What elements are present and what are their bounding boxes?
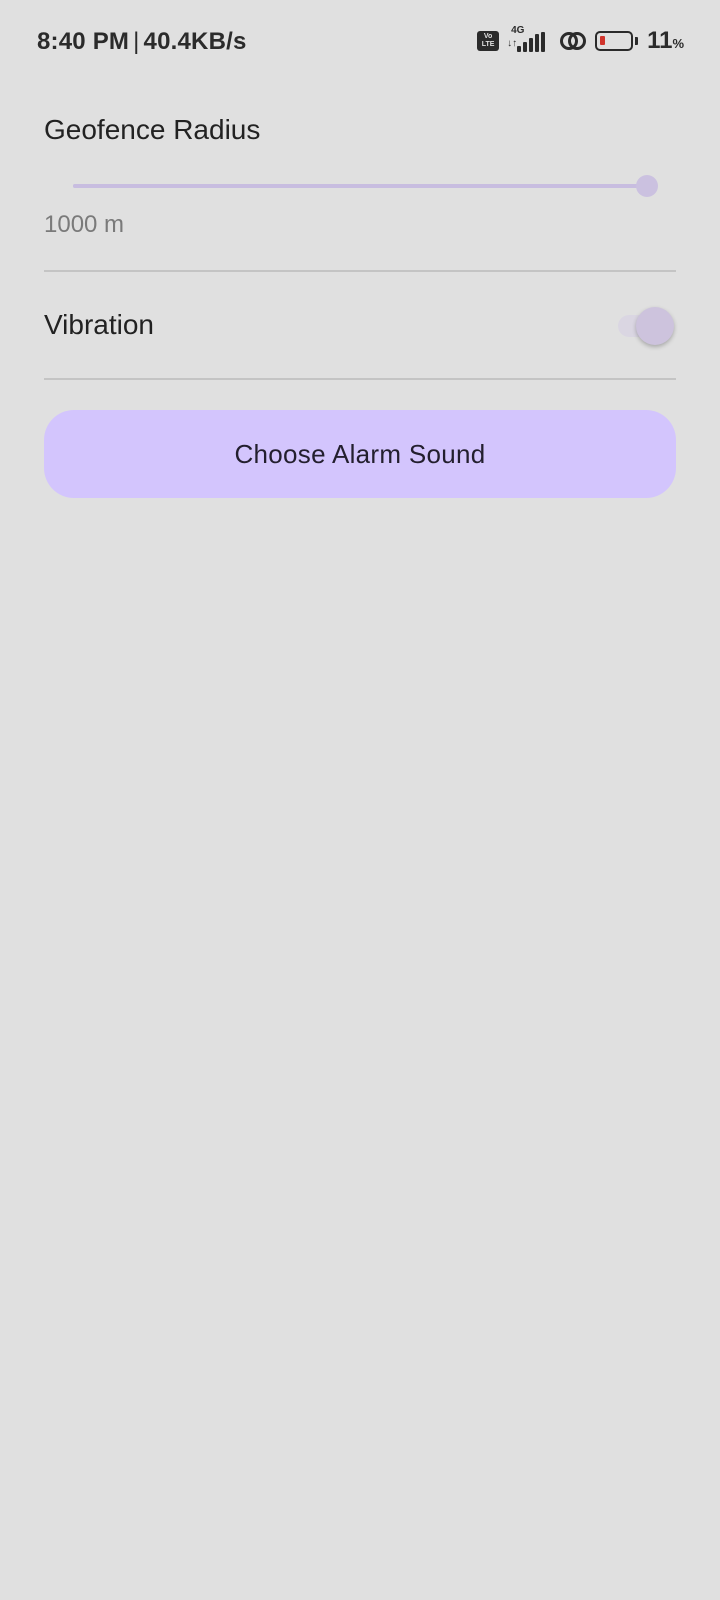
status-left: 8:40 PM | 40.4KB/s: [37, 28, 247, 56]
link-icon: [560, 32, 587, 50]
vibration-row[interactable]: Vibration: [44, 272, 676, 378]
settings-screen: 8:40 PM | 40.4KB/s Vo LTE 4G ↓↑ 11% Geof…: [0, 0, 720, 1600]
signal-bar: [541, 32, 546, 52]
status-bar: 8:40 PM | 40.4KB/s Vo LTE 4G ↓↑ 11%: [0, 0, 720, 84]
volte-icon: Vo LTE: [477, 31, 500, 51]
geofence-radius-value: 1000 m: [44, 211, 125, 238]
signal-bar: [517, 46, 522, 52]
data-arrows-icon: ↓↑: [507, 38, 518, 49]
settings-content: Geofence Radius 1000 m Vibration Choose …: [44, 100, 676, 498]
vibration-switch[interactable]: [614, 305, 676, 345]
battery-fill: [600, 36, 605, 45]
signal-bar: [535, 34, 540, 52]
battery-percent-value: 11: [647, 27, 673, 54]
battery-cap: [635, 37, 639, 45]
signal-bar: [529, 38, 534, 52]
status-icons: Vo LTE 4G ↓↑ 11%: [477, 25, 684, 55]
signal-bars-icon: [517, 32, 546, 52]
status-time: 8:40 PM: [37, 28, 130, 55]
volte-top-text: Vo: [483, 33, 493, 40]
battery-body: [595, 31, 634, 51]
switch-thumb: [636, 307, 674, 345]
geofence-radius-title: Geofence Radius: [44, 114, 261, 145]
battery-percent-unit: %: [672, 36, 684, 51]
status-net-speed: 40.4KB/s: [143, 28, 247, 55]
slider-active-track: [73, 184, 647, 188]
battery-percent: 11%: [647, 27, 684, 55]
signal-bar: [523, 42, 528, 52]
battery-icon: [595, 30, 639, 52]
vibration-label: Vibration: [44, 309, 155, 340]
volte-bottom-text: LTE: [481, 41, 495, 48]
geofence-radius-slider[interactable]: [44, 166, 676, 206]
choose-alarm-sound-button[interactable]: Choose Alarm Sound: [44, 410, 676, 498]
status-separator: |: [133, 28, 140, 55]
signal-4g-icon: 4G ↓↑: [507, 25, 551, 54]
divider: [44, 378, 676, 380]
slider-thumb[interactable]: [636, 175, 658, 197]
